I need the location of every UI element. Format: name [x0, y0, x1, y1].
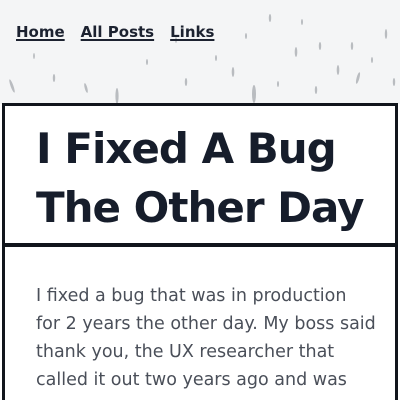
header-backdrop	[0, 0, 400, 104]
nav-link-all-posts[interactable]: All Posts	[81, 22, 154, 42]
post-body-text: I fixed a bug that was in production for…	[36, 286, 376, 390]
main-nav: Home All Posts Links	[16, 22, 214, 42]
post-title: I Fixed A Bug The Other Day	[36, 124, 364, 232]
post-body-box: I fixed a bug that was in production for…	[2, 244, 398, 400]
post-title-box: I Fixed A Bug The Other Day	[2, 103, 398, 246]
rain-texture	[9, 14, 396, 104]
nav-link-links[interactable]: Links	[170, 22, 214, 42]
nav-link-home[interactable]: Home	[16, 22, 65, 42]
